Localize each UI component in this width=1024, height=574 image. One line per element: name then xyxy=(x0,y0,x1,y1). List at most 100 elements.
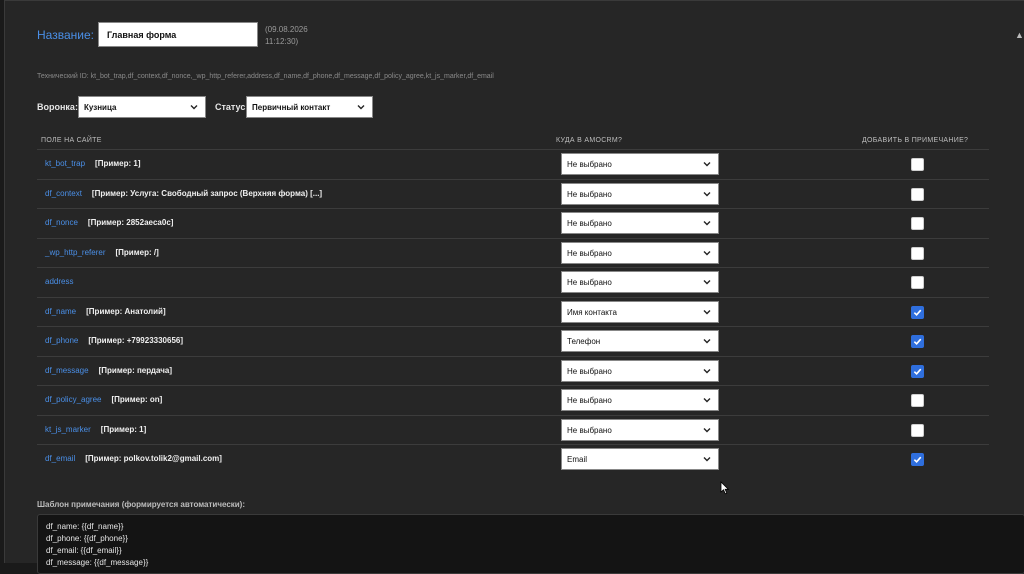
form-title-input[interactable]: Главная форма xyxy=(98,22,258,47)
amocrm-target-select[interactable]: Не выбрано xyxy=(561,271,719,293)
checkmark-icon xyxy=(913,456,922,464)
form-title-label: Название: xyxy=(37,28,94,42)
add-to-note-checkbox[interactable] xyxy=(911,423,924,437)
status-label: Статус: xyxy=(215,102,249,112)
funnel-select-value: Кузница xyxy=(84,103,117,112)
amocrm-target-select[interactable]: Телефон xyxy=(561,330,719,352)
field-name: _wp_http_referer [Пример: /] xyxy=(45,248,159,257)
field-key: kt_js_marker xyxy=(45,424,91,434)
status-select[interactable]: Первичный контакт xyxy=(246,96,373,118)
form-timestamp: (09.08.2026 11:12:30) xyxy=(265,24,308,48)
technical-id: Технический ID: kt_bot_trap,df_context,d… xyxy=(37,73,494,80)
status-select-value: Первичный контакт xyxy=(252,103,331,112)
table-row: df_policy_agree [Пример: on] Не выбрано xyxy=(37,385,989,414)
add-to-note-checkbox[interactable] xyxy=(911,394,924,407)
checkmark-icon xyxy=(913,368,922,375)
amocrm-target-value: Не выбрано xyxy=(567,248,612,258)
column-header-field: ПОЛЕ НА САЙТЕ xyxy=(41,137,102,144)
column-header-note: ДОБАВИТЬ В ПРИМЕЧАНИЕ? xyxy=(862,137,969,144)
add-to-note-checkbox[interactable] xyxy=(911,305,924,319)
field-example: [Пример: пердача] xyxy=(98,365,173,375)
funnel-select[interactable]: Кузница xyxy=(78,96,206,118)
amocrm-target-value: Телефон xyxy=(567,337,601,346)
field-key: df_name xyxy=(45,306,77,316)
note-template-textarea[interactable]: df_name: {{df_name}} df_phone: {{df_phon… xyxy=(37,514,1024,574)
field-key: df_message xyxy=(45,365,89,375)
chevron-down-icon xyxy=(703,250,711,255)
amocrm-target-value: Имя контакта xyxy=(567,307,617,317)
amocrm-target-value: Не выбрано xyxy=(567,425,612,435)
chevron-down-icon xyxy=(703,191,711,196)
amocrm-target-value: Не выбрано xyxy=(567,189,612,199)
field-name: address xyxy=(45,277,73,286)
field-example: [Пример: Услуга: Свободный запрос (Верхн… xyxy=(91,188,323,198)
table-row: df_phone [Пример: +79923330656] Телефон xyxy=(37,326,989,355)
funnel-label: Воронка: xyxy=(37,102,78,112)
amocrm-target-value: Не выбрано xyxy=(567,278,612,287)
add-to-note-checkbox[interactable] xyxy=(911,276,924,289)
amocrm-target-select[interactable]: Не выбрано xyxy=(561,241,719,264)
chevron-down-icon xyxy=(703,280,711,285)
form-settings-panel: Название: Главная форма (09.08.2026 11:1… xyxy=(4,0,1024,574)
field-key: df_policy_agree xyxy=(45,395,102,404)
amocrm-target-select[interactable]: Не выбрано xyxy=(561,389,719,411)
amocrm-target-select[interactable]: Не выбрано xyxy=(561,212,719,234)
field-example: [Пример: 1] xyxy=(95,159,141,168)
chevron-down-icon xyxy=(703,457,711,462)
field-key: df_context xyxy=(45,188,82,198)
chevron-down-icon xyxy=(703,368,711,373)
add-to-note-checkbox[interactable] xyxy=(911,187,924,201)
note-template-label: Шаблон примечания (формируется автоматич… xyxy=(37,500,246,509)
chevron-down-icon xyxy=(703,309,711,314)
form-time: 11:12:30) xyxy=(265,37,299,46)
amocrm-target-value: Не выбрано xyxy=(567,219,612,228)
chevron-down-icon xyxy=(703,162,711,167)
field-key: df_nonce xyxy=(45,218,78,227)
chevron-down-icon xyxy=(703,398,711,403)
field-example: [Пример: Анатолий] xyxy=(86,306,166,316)
amocrm-target-select[interactable]: Имя контакта xyxy=(561,300,719,323)
chevron-down-icon xyxy=(703,427,711,432)
amocrm-target-select[interactable]: Не выбрано xyxy=(561,182,719,205)
checkmark-icon xyxy=(913,338,922,346)
form-date: (09.08.2026 xyxy=(265,25,308,34)
table-row: df_nonce [Пример: 2852aeca0c] Не выбрано xyxy=(37,208,989,237)
field-name: kt_bot_trap [Пример: 1] xyxy=(45,159,141,168)
add-to-note-checkbox[interactable] xyxy=(911,453,924,466)
field-example: [Пример: /] xyxy=(115,247,159,257)
chevron-down-icon xyxy=(357,105,365,110)
field-key: address xyxy=(45,277,74,286)
amocrm-target-select[interactable]: Не выбрано xyxy=(561,153,719,175)
table-row: df_message [Пример: пердача] Не выбрано xyxy=(37,355,989,385)
add-to-note-checkbox[interactable] xyxy=(911,364,924,378)
field-key: df_phone xyxy=(45,336,79,345)
collapse-toggle-icon[interactable]: ▲ xyxy=(1015,30,1024,40)
chevron-down-icon xyxy=(190,105,198,110)
amocrm-target-select[interactable]: Email xyxy=(561,448,719,470)
table-row: kt_js_marker [Пример: 1] Не выбрано xyxy=(37,414,989,444)
amocrm-target-value: Email xyxy=(567,455,588,464)
table-row: df_email [Пример: polkov.tolik2@gmail.com… xyxy=(37,444,989,473)
add-to-note-checkbox[interactable] xyxy=(911,158,924,171)
field-name: df_name [Пример: Анатолий] xyxy=(45,307,166,316)
field-name: df_email [Пример: polkov.tolik2@gmail.com… xyxy=(45,454,222,463)
table-row: df_name [Пример: Анатолий] Имя контакта xyxy=(37,296,989,326)
table-row: _wp_http_referer [Пример: /] Не выбрано xyxy=(37,237,989,267)
field-example: [Пример: +79923330656] xyxy=(88,336,184,345)
field-name: df_nonce [Пример: 2852aeca0c] xyxy=(45,218,173,227)
field-example: [Пример: polkov.tolik2@gmail.com] xyxy=(85,454,222,463)
amocrm-target-value: Не выбрано xyxy=(567,160,612,169)
amocrm-target-select[interactable]: Не выбрано xyxy=(561,359,719,382)
field-key: kt_bot_trap xyxy=(45,159,86,168)
add-to-note-checkbox[interactable] xyxy=(911,246,924,260)
mouse-cursor-icon xyxy=(720,481,730,495)
add-to-note-checkbox[interactable] xyxy=(911,335,924,348)
table-row: address Не выбрано xyxy=(37,267,989,296)
amocrm-target-select[interactable]: Не выбрано xyxy=(561,418,719,441)
field-name: df_policy_agree [Пример: on] xyxy=(45,395,162,404)
add-to-note-checkbox[interactable] xyxy=(911,217,924,230)
field-name: df_message [Пример: пердача] xyxy=(45,366,172,375)
table-row: df_context [Пример: Услуга: Свободный зап… xyxy=(37,178,989,208)
field-example: [Пример: on] xyxy=(111,395,163,404)
field-key: _wp_http_referer xyxy=(45,247,106,257)
